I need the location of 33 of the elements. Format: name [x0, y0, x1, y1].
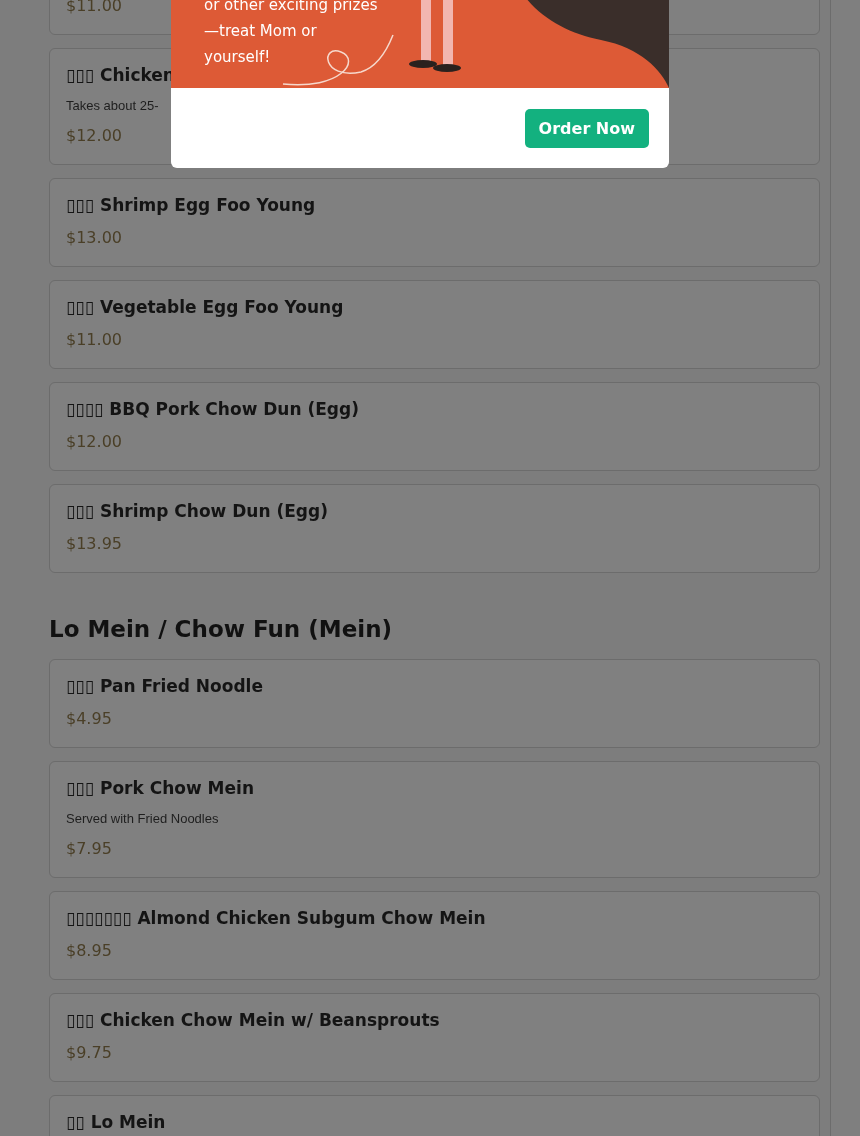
item-name: ▯▯▯▯▯▯▯ Almond Chicken Subgum Chow Mein — [66, 907, 486, 930]
item-price: $8.95 — [66, 940, 112, 962]
item-name: ▯▯▯ Shrimp Chow Dun (Egg) — [66, 500, 328, 523]
item-price: $9.75 — [66, 1042, 112, 1064]
item-description: Served with Fried Noodles — [66, 810, 219, 828]
menu-item-card[interactable]: ▯▯▯ Vegetable Egg Foo Young $11.00 — [49, 280, 820, 369]
item-description: Takes about 25- — [66, 97, 159, 115]
menu-item-card[interactable]: ▯▯▯ Shrimp Chow Dun (Egg) $13.95 — [49, 484, 820, 573]
menu-item-card[interactable]: ▯▯▯ Chicken Chow Mein w/ Beansprouts $9.75 — [49, 993, 820, 1082]
promo-text: yourself! — [204, 47, 271, 68]
item-name: ▯▯ Lo Mein — [66, 1111, 166, 1134]
item-price: $12.00 — [66, 125, 122, 147]
item-price: $12.00 — [66, 431, 122, 453]
item-price: $13.95 — [66, 533, 122, 555]
menu-item-card[interactable]: ▯▯▯▯ BBQ Pork Chow Dun (Egg) $12.00 — [49, 382, 820, 471]
item-name: ▯▯▯ Pan Fried Noodle — [66, 675, 263, 698]
menu-item-card[interactable]: ▯▯ Lo Mein — [49, 1095, 820, 1136]
menu-item-card[interactable]: ▯▯▯ Pork Chow Mein Served with Fried Noodles $7.95 — [49, 761, 820, 878]
item-price: $11.00 — [66, 329, 122, 351]
item-name: ▯▯▯▯ BBQ Pork Chow Dun (Egg) — [66, 398, 359, 421]
item-price: $13.00 — [66, 227, 122, 249]
item-name: ▯▯▯ Vegetable Egg Foo Young — [66, 296, 344, 319]
item-name: ▯▯▯ Shrimp Egg Foo Young — [66, 194, 316, 217]
menu-item-card[interactable]: ▯▯▯ Pan Fried Noodle $4.95 — [49, 659, 820, 748]
item-price: $7.95 — [66, 838, 112, 860]
item-price: $4.95 — [66, 708, 112, 730]
menu-item-card[interactable]: ▯▯▯▯▯▯▯ Almond Chicken Subgum Chow Mein $8.95 — [49, 891, 820, 980]
promo-text: —treat Mom or — [204, 21, 317, 42]
item-name: ▯▯▯ Chicken Chow Mein w/ Beansprouts — [66, 1009, 440, 1032]
order-now-button[interactable]: Order Now — [524, 109, 649, 148]
section-heading: Lo Mein / Chow Fun (Mein) — [49, 615, 393, 644]
item-name: ▯▯▯ Pork Chow Mein — [66, 777, 254, 800]
menu-item-card[interactable]: ▯▯▯ Shrimp Egg Foo Young $13.00 — [49, 178, 820, 267]
